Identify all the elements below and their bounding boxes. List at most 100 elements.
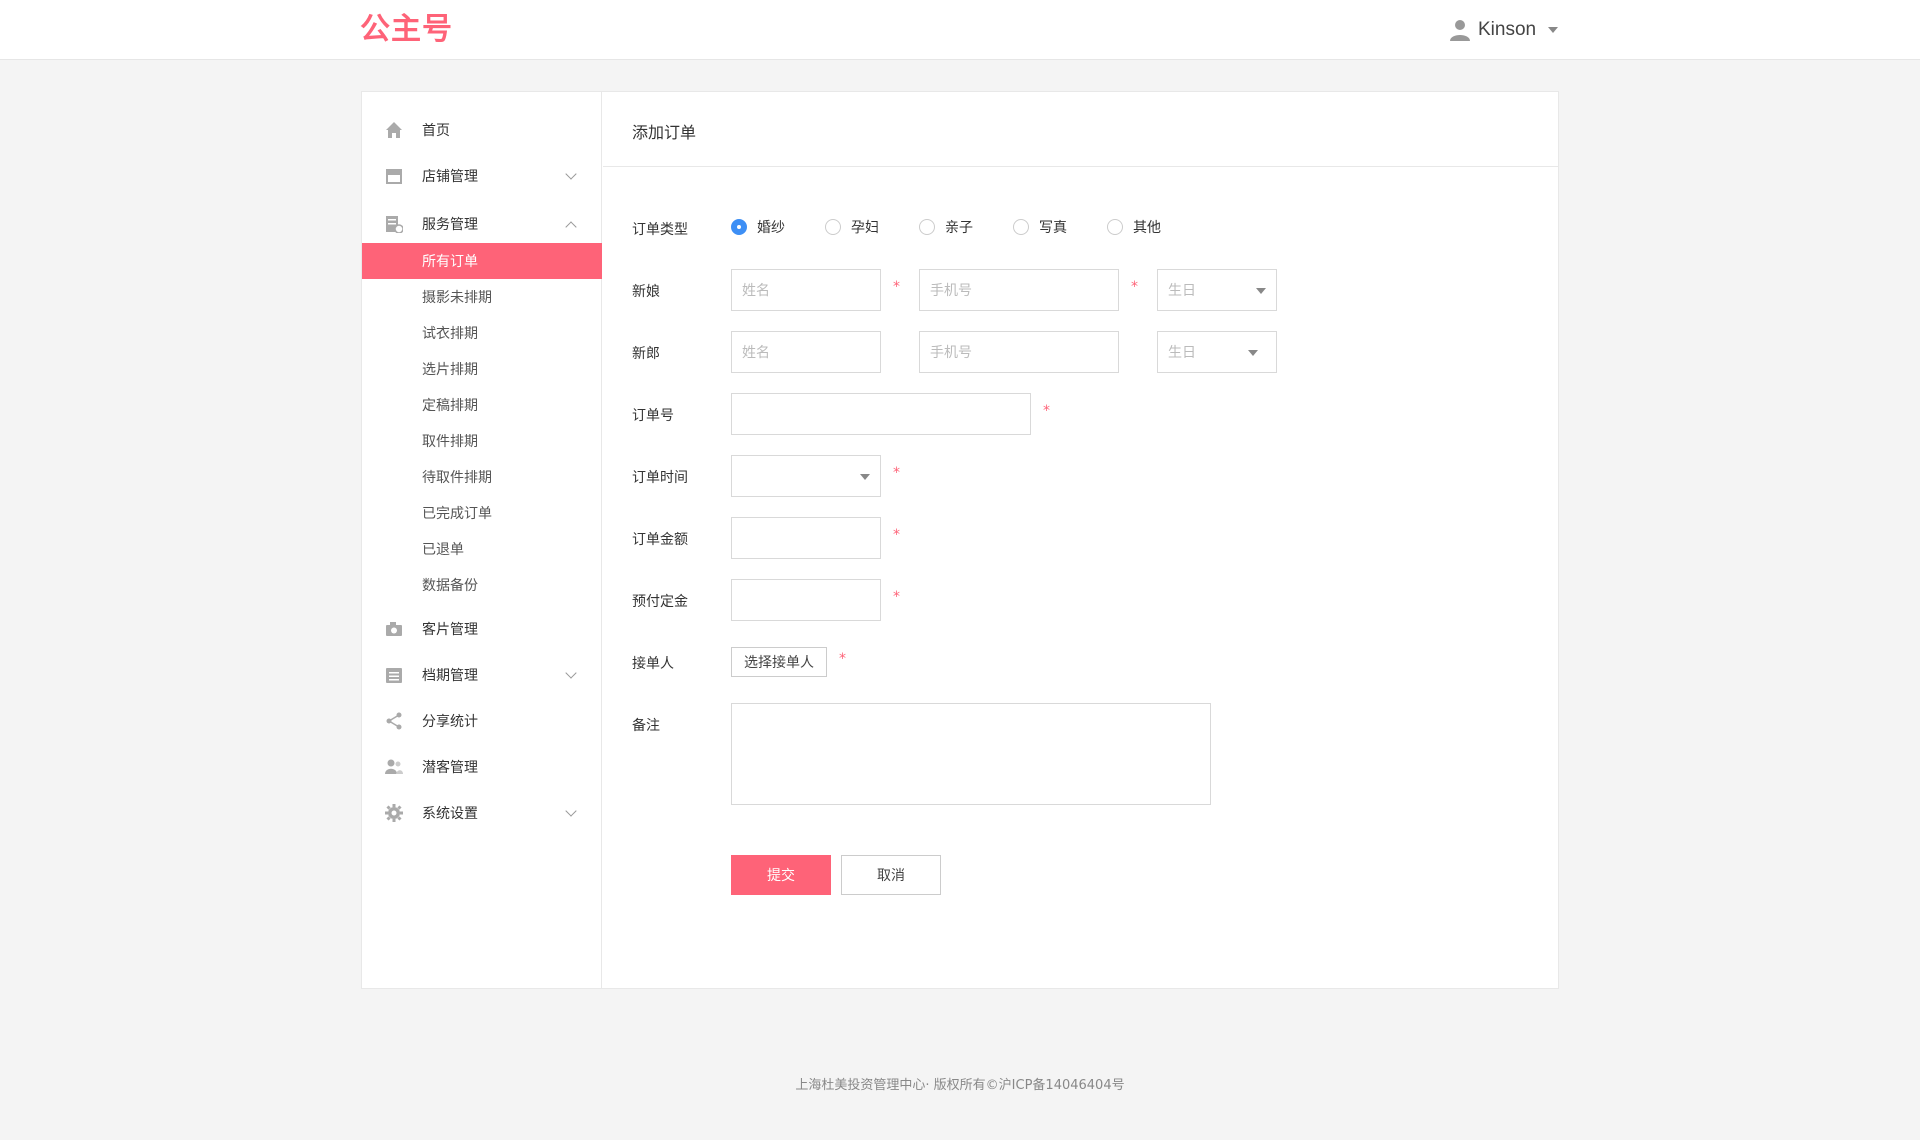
order-time-label: 订单时间 bbox=[632, 470, 688, 486]
sidebar-subitem-refunded[interactable]: 已退单 bbox=[362, 531, 602, 567]
sidebar-item-label: 潜客管理 bbox=[422, 760, 478, 776]
logo[interactable]: 公主号 bbox=[360, 12, 453, 48]
receiver-label: 接单人 bbox=[632, 656, 674, 672]
sidebar-item-home[interactable]: 首页 bbox=[362, 112, 602, 148]
sidebar-item-label: 档期管理 bbox=[422, 668, 478, 684]
groom-name-placeholder: 姓名 bbox=[742, 345, 770, 361]
groom-name-input[interactable]: 姓名 bbox=[731, 331, 881, 373]
sidebar-subitem-finalize[interactable]: 定稿排期 bbox=[362, 387, 602, 423]
camera-icon bbox=[384, 619, 404, 639]
sidebar-item-schedule[interactable]: 档期管理 bbox=[362, 657, 602, 693]
user-icon bbox=[1450, 20, 1470, 41]
chevron-down-icon bbox=[1248, 350, 1258, 356]
sidebar-subitem-label: 定稿排期 bbox=[422, 398, 478, 414]
user-name: Kinson bbox=[1478, 19, 1537, 40]
main-panel: 添加订单 订单类型 婚纱 孕妇 亲子 写真 其他 新娘 姓名 * 手机号 * 生… bbox=[603, 92, 1559, 988]
groom-birthday-select[interactable]: 生日 bbox=[1157, 331, 1277, 373]
radio-label: 写真 bbox=[1039, 220, 1067, 236]
required-mark: * bbox=[893, 589, 900, 605]
required-mark: * bbox=[1043, 403, 1050, 419]
sidebar-subitem-completed[interactable]: 已完成订单 bbox=[362, 495, 602, 531]
bride-birthday-placeholder: 生日 bbox=[1168, 283, 1196, 299]
groom-label: 新郎 bbox=[632, 346, 660, 362]
radio-maternity[interactable]: 孕妇 bbox=[825, 217, 879, 237]
deposit-label: 预付定金 bbox=[632, 594, 688, 610]
radio-other[interactable]: 其他 bbox=[1107, 217, 1161, 237]
order-type-label: 订单类型 bbox=[632, 222, 688, 238]
sidebar-item-prospects[interactable]: 潜客管理 bbox=[362, 749, 602, 785]
sidebar-subitem-unscheduled-photo[interactable]: 摄影未排期 bbox=[362, 279, 602, 315]
bride-name-input[interactable]: 姓名 bbox=[731, 269, 881, 311]
sidebar-item-share-stats[interactable]: 分享统计 bbox=[362, 703, 602, 739]
sidebar-subitem-label: 数据备份 bbox=[422, 578, 478, 594]
page-title: 添加订单 bbox=[632, 123, 697, 142]
sidebar-item-store[interactable]: 店铺管理 bbox=[362, 158, 602, 194]
sidebar-item-settings[interactable]: 系统设置 bbox=[362, 795, 602, 831]
required-mark: * bbox=[893, 279, 900, 295]
chevron-down-icon bbox=[1256, 288, 1266, 294]
required-mark: * bbox=[893, 527, 900, 543]
users-icon bbox=[384, 757, 404, 777]
user-menu[interactable]: Kinson bbox=[1450, 16, 1559, 44]
radio-portrait[interactable]: 写真 bbox=[1013, 217, 1067, 237]
sidebar-subitem-selection[interactable]: 选片排期 bbox=[362, 351, 602, 387]
bride-phone-placeholder: 手机号 bbox=[930, 283, 972, 299]
top-bar: 公主号 Kinson bbox=[0, 0, 1920, 60]
sidebar-item-service[interactable]: 服务管理 bbox=[362, 206, 602, 242]
bride-birthday-select[interactable]: 生日 bbox=[1157, 269, 1277, 311]
sidebar-subitem-pickup[interactable]: 取件排期 bbox=[362, 423, 602, 459]
chevron-down-icon bbox=[565, 168, 577, 180]
chevron-up-icon bbox=[565, 221, 577, 233]
radio-dot bbox=[1013, 219, 1029, 235]
radio-family[interactable]: 亲子 bbox=[919, 217, 973, 237]
groom-phone-placeholder: 手机号 bbox=[930, 345, 972, 361]
sidebar-subitem-label: 取件排期 bbox=[422, 434, 478, 450]
order-amount-input[interactable] bbox=[731, 517, 881, 559]
sidebar-subitem-label: 已完成订单 bbox=[422, 506, 492, 522]
sidebar-subitem-all-orders[interactable]: 所有订单 bbox=[362, 243, 602, 279]
footer-copyright: 上海杜美投资管理中心· 版权所有©沪ICP备14046404号 bbox=[795, 1078, 1125, 1093]
remark-textarea[interactable] bbox=[731, 703, 1211, 805]
home-icon bbox=[384, 120, 404, 140]
content-card: 首页 店铺管理 服务管理 所有订单 摄影未排期 试衣排期 选片排期 定稿排期 取… bbox=[361, 91, 1559, 989]
order-amount-label: 订单金额 bbox=[632, 532, 688, 548]
chevron-down-icon bbox=[565, 805, 577, 817]
required-mark: * bbox=[1131, 279, 1138, 295]
order-no-input[interactable] bbox=[731, 393, 1031, 435]
sidebar-subitem-fitting[interactable]: 试衣排期 bbox=[362, 315, 602, 351]
bride-phone-input[interactable]: 手机号 bbox=[919, 269, 1119, 311]
sidebar-item-label: 系统设置 bbox=[422, 806, 478, 822]
schedule-icon bbox=[384, 665, 404, 685]
required-mark: * bbox=[839, 651, 846, 667]
bride-label: 新娘 bbox=[632, 284, 660, 300]
sidebar-item-label: 店铺管理 bbox=[422, 169, 478, 185]
radio-dot bbox=[919, 219, 935, 235]
order-time-select[interactable] bbox=[731, 455, 881, 497]
sidebar-item-label: 客片管理 bbox=[422, 622, 478, 638]
store-icon bbox=[384, 166, 404, 186]
cancel-button[interactable]: 取消 bbox=[841, 855, 941, 895]
remark-label: 备注 bbox=[632, 718, 660, 734]
submit-button[interactable]: 提交 bbox=[731, 855, 831, 895]
sidebar-subitem-backup[interactable]: 数据备份 bbox=[362, 567, 602, 603]
sidebar-subitem-pending-pickup[interactable]: 待取件排期 bbox=[362, 459, 602, 495]
radio-label: 婚纱 bbox=[757, 220, 785, 236]
select-receiver-button[interactable]: 选择接单人 bbox=[731, 647, 827, 677]
bride-name-placeholder: 姓名 bbox=[742, 283, 770, 299]
gear-icon bbox=[384, 803, 404, 823]
chevron-down-icon bbox=[1548, 27, 1559, 33]
chevron-down-icon bbox=[565, 667, 577, 679]
sidebar-subitem-label: 摄影未排期 bbox=[422, 290, 492, 306]
radio-label: 孕妇 bbox=[851, 220, 879, 236]
order-no-label: 订单号 bbox=[632, 408, 674, 424]
radio-wedding[interactable]: 婚纱 bbox=[731, 217, 785, 237]
share-icon bbox=[384, 711, 404, 731]
chevron-down-icon bbox=[860, 474, 870, 480]
sidebar-item-photos[interactable]: 客片管理 bbox=[362, 611, 602, 647]
page-title-bar: 添加订单 bbox=[603, 92, 1559, 167]
radio-dot bbox=[1107, 219, 1123, 235]
sidebar-item-label: 首页 bbox=[422, 123, 450, 139]
deposit-input[interactable] bbox=[731, 579, 881, 621]
sidebar-subitem-label: 待取件排期 bbox=[422, 470, 492, 486]
groom-phone-input[interactable]: 手机号 bbox=[919, 331, 1119, 373]
